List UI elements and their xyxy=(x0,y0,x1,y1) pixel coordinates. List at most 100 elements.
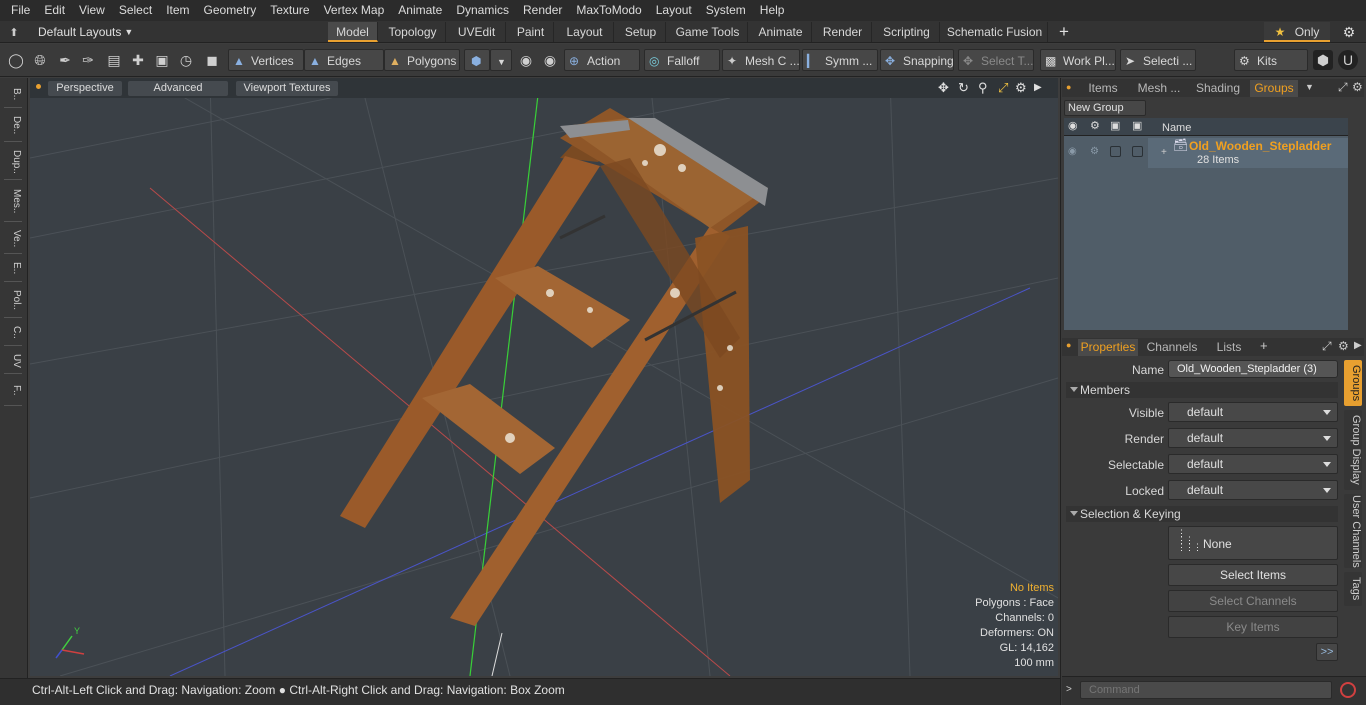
side-tab-tags[interactable]: Tags xyxy=(1344,572,1362,606)
tab-layout[interactable]: Layout xyxy=(556,22,614,42)
side-tab-group-display[interactable]: Group Display xyxy=(1344,410,1362,490)
select-through-button[interactable]: ✥ Select T... xyxy=(958,49,1034,71)
eye-icon[interactable]: ◉ xyxy=(1068,119,1078,132)
tab-lists[interactable]: Lists xyxy=(1206,339,1252,356)
add-properties-tab-icon[interactable]: + xyxy=(1260,338,1268,353)
left-tab-curve[interactable]: C.. xyxy=(4,320,22,346)
properties-expand-icon[interactable]: ⤢ xyxy=(1322,339,1332,354)
menu-view[interactable]: View xyxy=(72,0,112,21)
layout-up-icon[interactable]: ⬆ xyxy=(0,26,28,39)
left-tab-polygon[interactable]: Pol.. xyxy=(4,284,22,318)
new-group-button[interactable]: New Group xyxy=(1064,100,1146,116)
mesh-constraints-button[interactable]: ✦ Mesh C ... xyxy=(722,49,800,71)
viewport-textures-button[interactable]: Viewport Textures xyxy=(236,81,338,96)
falloff-button[interactable]: ◎ Falloff xyxy=(644,49,720,71)
viewport-menu-arrow-icon[interactable]: ▶ xyxy=(1034,82,1044,93)
tab-uvedit[interactable]: UVEdit xyxy=(448,22,506,42)
layouts-selector[interactable]: ⬆ Default Layouts ▼ xyxy=(0,21,300,43)
select-icon[interactable]: ▣ xyxy=(1132,119,1142,132)
menu-file[interactable]: File xyxy=(4,0,37,21)
rotate-view-icon[interactable]: ↻ xyxy=(958,80,974,96)
viewport-gear-icon[interactable]: ⚙ xyxy=(1015,80,1031,96)
visible-dropdown[interactable]: default xyxy=(1168,402,1338,422)
properties-gear-icon[interactable]: ⚙ xyxy=(1338,339,1349,353)
tab-scripting[interactable]: Scripting xyxy=(874,22,940,42)
render-dropdown[interactable]: default xyxy=(1168,428,1338,448)
tab-topology[interactable]: Topology xyxy=(380,22,446,42)
item-mode-button[interactable]: ⬢ xyxy=(464,49,490,71)
expand-plus-icon[interactable]: + xyxy=(1161,147,1167,158)
left-tab-deform[interactable]: De.. xyxy=(4,110,22,142)
locked-dropdown[interactable]: default xyxy=(1168,480,1338,500)
left-tab-mesh[interactable]: Mes.. xyxy=(4,182,22,222)
key-items-button[interactable]: Key Items xyxy=(1168,616,1338,638)
tab-properties[interactable]: Properties xyxy=(1078,339,1138,356)
menu-item[interactable]: Item xyxy=(159,0,196,21)
groups-scrollbar[interactable] xyxy=(1350,120,1358,328)
selection-sets-button[interactable]: ➤ Selecti ... xyxy=(1120,49,1196,71)
left-tab-basic[interactable]: B.. xyxy=(4,82,22,108)
tab-schematic-fusion[interactable]: Schematic Fusion xyxy=(942,22,1048,42)
advanced-button[interactable]: Advanced xyxy=(128,81,228,96)
clock-icon[interactable]: ◷ xyxy=(176,50,196,70)
lock-icon[interactable]: ▣ xyxy=(1110,119,1120,132)
row-select-checkbox[interactable] xyxy=(1132,146,1143,157)
tab-paint[interactable]: Paint xyxy=(508,22,554,42)
properties-menu-icon[interactable]: ▶ xyxy=(1354,340,1362,351)
transform-icon[interactable]: ✚ xyxy=(128,50,148,70)
expand-icon[interactable]: ⤢ xyxy=(1338,80,1348,95)
tab-setup[interactable]: Setup xyxy=(616,22,666,42)
align-icon[interactable]: ▤ xyxy=(104,50,124,70)
members-section[interactable]: Members xyxy=(1066,382,1338,398)
selectable-dropdown[interactable]: default xyxy=(1168,454,1338,474)
vertices-button[interactable]: ▲ Vertices xyxy=(228,49,304,71)
selection-keying-section[interactable]: Selection & Keying xyxy=(1066,506,1338,522)
mode-dropdown[interactable]: ▼ xyxy=(490,49,512,71)
menu-maxtomodo[interactable]: MaxToModo xyxy=(569,0,648,21)
record-icon[interactable] xyxy=(1340,682,1356,698)
menu-texture[interactable]: Texture xyxy=(263,0,316,21)
tab-mesh[interactable]: Mesh ... xyxy=(1130,80,1188,97)
only-toggle[interactable]: ★ Only xyxy=(1264,22,1330,42)
command-input[interactable] xyxy=(1080,681,1332,699)
shield-icon[interactable]: ◼ xyxy=(202,50,222,70)
add-tab-icon[interactable]: + xyxy=(1056,22,1072,42)
move-view-icon[interactable]: ✥ xyxy=(938,80,954,96)
unreal-icon[interactable]: U xyxy=(1338,50,1358,70)
menu-edit[interactable]: Edit xyxy=(37,0,72,21)
work-plane-button[interactable]: ▩ Work Pl... xyxy=(1040,49,1116,71)
more-button[interactable]: >> xyxy=(1316,643,1338,661)
menu-animate[interactable]: Animate xyxy=(391,0,449,21)
tab-groups[interactable]: Groups xyxy=(1250,80,1298,97)
menu-render[interactable]: Render xyxy=(516,0,569,21)
kits-button[interactable]: ⚙ Kits xyxy=(1234,49,1308,71)
modo-icon[interactable]: ⬢ xyxy=(1313,50,1333,70)
row-render-icon[interactable]: ⚙ xyxy=(1090,146,1099,157)
box-icon[interactable]: ▣ xyxy=(152,50,172,70)
pen-icon[interactable]: ✒ xyxy=(55,50,75,70)
name-field[interactable]: Old_Wooden_Stepladder (3) xyxy=(1168,360,1338,378)
left-tab-duplicate[interactable]: Dup.. xyxy=(4,144,22,180)
tab-animate[interactable]: Animate xyxy=(750,22,812,42)
brush-icon[interactable]: ✑ xyxy=(78,50,98,70)
menu-select[interactable]: Select xyxy=(112,0,159,21)
symmetry-button[interactable]: ▎ Symm ... xyxy=(802,49,878,71)
sphere-icon[interactable]: ◉ xyxy=(516,50,536,70)
side-tab-groups[interactable]: Groups xyxy=(1344,360,1362,406)
tab-game-tools[interactable]: Game Tools xyxy=(668,22,748,42)
left-tab-uv[interactable]: UV xyxy=(4,348,22,374)
menu-help[interactable]: Help xyxy=(753,0,792,21)
menu-vertex-map[interactable]: Vertex Map xyxy=(317,0,392,21)
left-tab-edge[interactable]: E.. xyxy=(4,256,22,282)
globe-icon[interactable]: 🌐︎ xyxy=(30,50,50,70)
tabs-dropdown-icon[interactable]: ▼ xyxy=(1305,82,1314,92)
tab-items[interactable]: Items xyxy=(1080,80,1126,97)
groups-gear-icon[interactable]: ⚙ xyxy=(1352,80,1363,94)
side-tab-user-channels[interactable]: User Channels xyxy=(1344,494,1362,568)
none-button[interactable]: ⋮ ⋮⋮ ⋮⋮⋮ None xyxy=(1168,526,1338,560)
3d-viewport[interactable]: Y xyxy=(30,78,1058,676)
polygons-button[interactable]: ▲ Polygons xyxy=(384,49,460,71)
tab-shading[interactable]: Shading xyxy=(1192,80,1244,97)
circle-select-icon[interactable]: ◯ xyxy=(6,50,26,70)
edges-button[interactable]: ▲ Edges xyxy=(304,49,384,71)
